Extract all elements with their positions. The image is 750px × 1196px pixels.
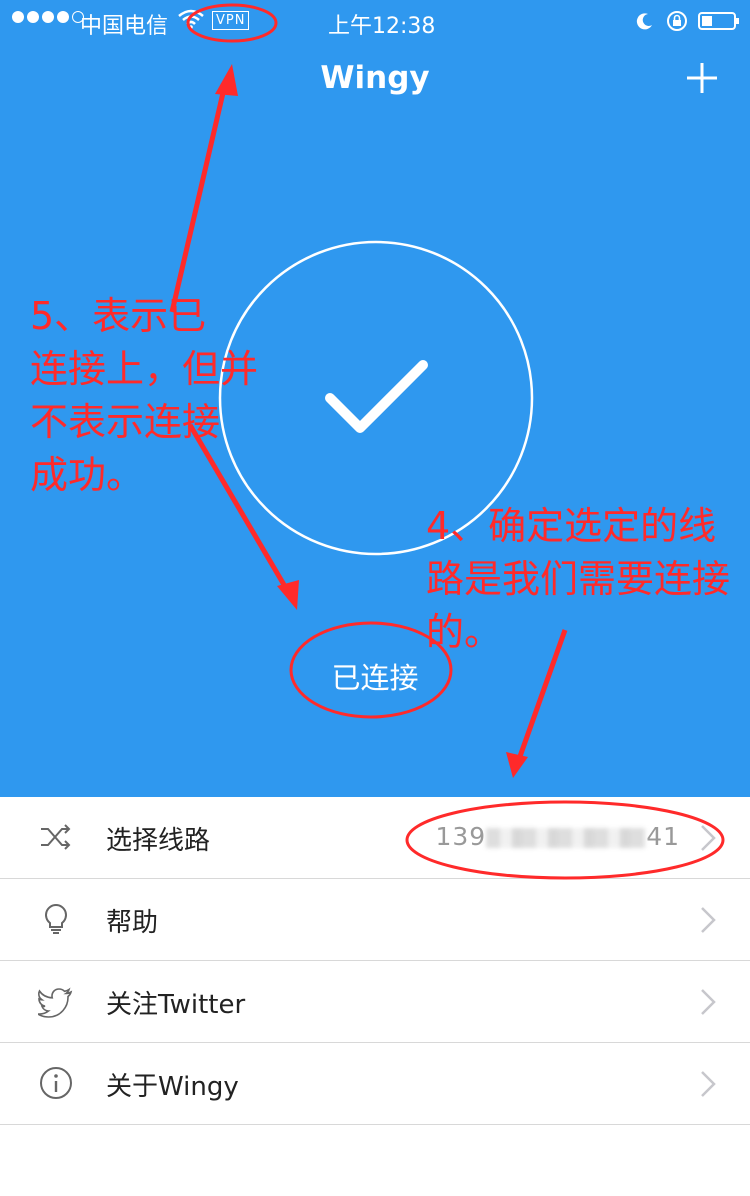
- twitter-bird-icon: [38, 987, 73, 1018]
- signal-strength-icon: [12, 11, 84, 23]
- status-bar: 中国电信 VPN 上午12:38: [0, 0, 750, 44]
- vpn-badge: VPN: [212, 11, 250, 30]
- shuffle-icon: [41, 824, 71, 850]
- menu-item-help[interactable]: 帮助: [0, 879, 750, 961]
- connection-status-label: 已连接: [331, 661, 419, 695]
- chevron-right-icon: [701, 989, 716, 1015]
- annotation-line: 成功。: [30, 453, 145, 497]
- carrier-name: 中国电信: [80, 14, 169, 39]
- info-icon: [40, 1067, 72, 1099]
- status-time: 上午12:38: [328, 14, 436, 39]
- app-title: Wingy: [320, 60, 430, 96]
- lightbulb-icon: [45, 903, 67, 934]
- menu-item-label: 帮助: [106, 908, 159, 938]
- chevron-right-icon: [701, 907, 716, 933]
- add-icon[interactable]: [686, 62, 718, 94]
- annotation-line: 4、确定选定的线: [426, 504, 717, 548]
- annotation-line: 5、表示已: [30, 294, 207, 338]
- moon-icon: [636, 13, 652, 30]
- menu-item-label: 关注Twitter: [106, 990, 246, 1020]
- battery-icon: [698, 12, 739, 30]
- chevron-right-icon: [701, 1071, 716, 1097]
- annotation-line: 的。: [426, 610, 503, 654]
- settings-menu: 选择线路 139 41 帮助 关注Twitter 关于Wingy: [0, 797, 750, 1125]
- checkmark-icon: [325, 360, 428, 433]
- selected-route-value: 139 41: [435, 822, 680, 851]
- menu-item-twitter[interactable]: 关注Twitter: [0, 961, 750, 1043]
- menu-item-select-route[interactable]: 选择线路 139 41: [0, 797, 750, 879]
- rotation-lock-icon: [667, 11, 687, 31]
- wifi-icon: [178, 9, 204, 29]
- chevron-right-icon: [701, 825, 716, 851]
- menu-item-label: 选择线路: [106, 826, 211, 856]
- annotation-line: 不表示连接: [30, 400, 221, 444]
- annotation-note-5: 5、表示已 连接上，但并 不表示连接 成功。: [30, 290, 258, 502]
- menu-item-label: 关于Wingy: [106, 1072, 239, 1102]
- annotation-line: 连接上，但并: [30, 347, 259, 391]
- annotation-line: 路是我们需要连接: [426, 557, 731, 601]
- annotation-note-4: 4、确定选定的线 路是我们需要连接 的。: [426, 500, 730, 659]
- menu-item-about[interactable]: 关于Wingy: [0, 1043, 750, 1125]
